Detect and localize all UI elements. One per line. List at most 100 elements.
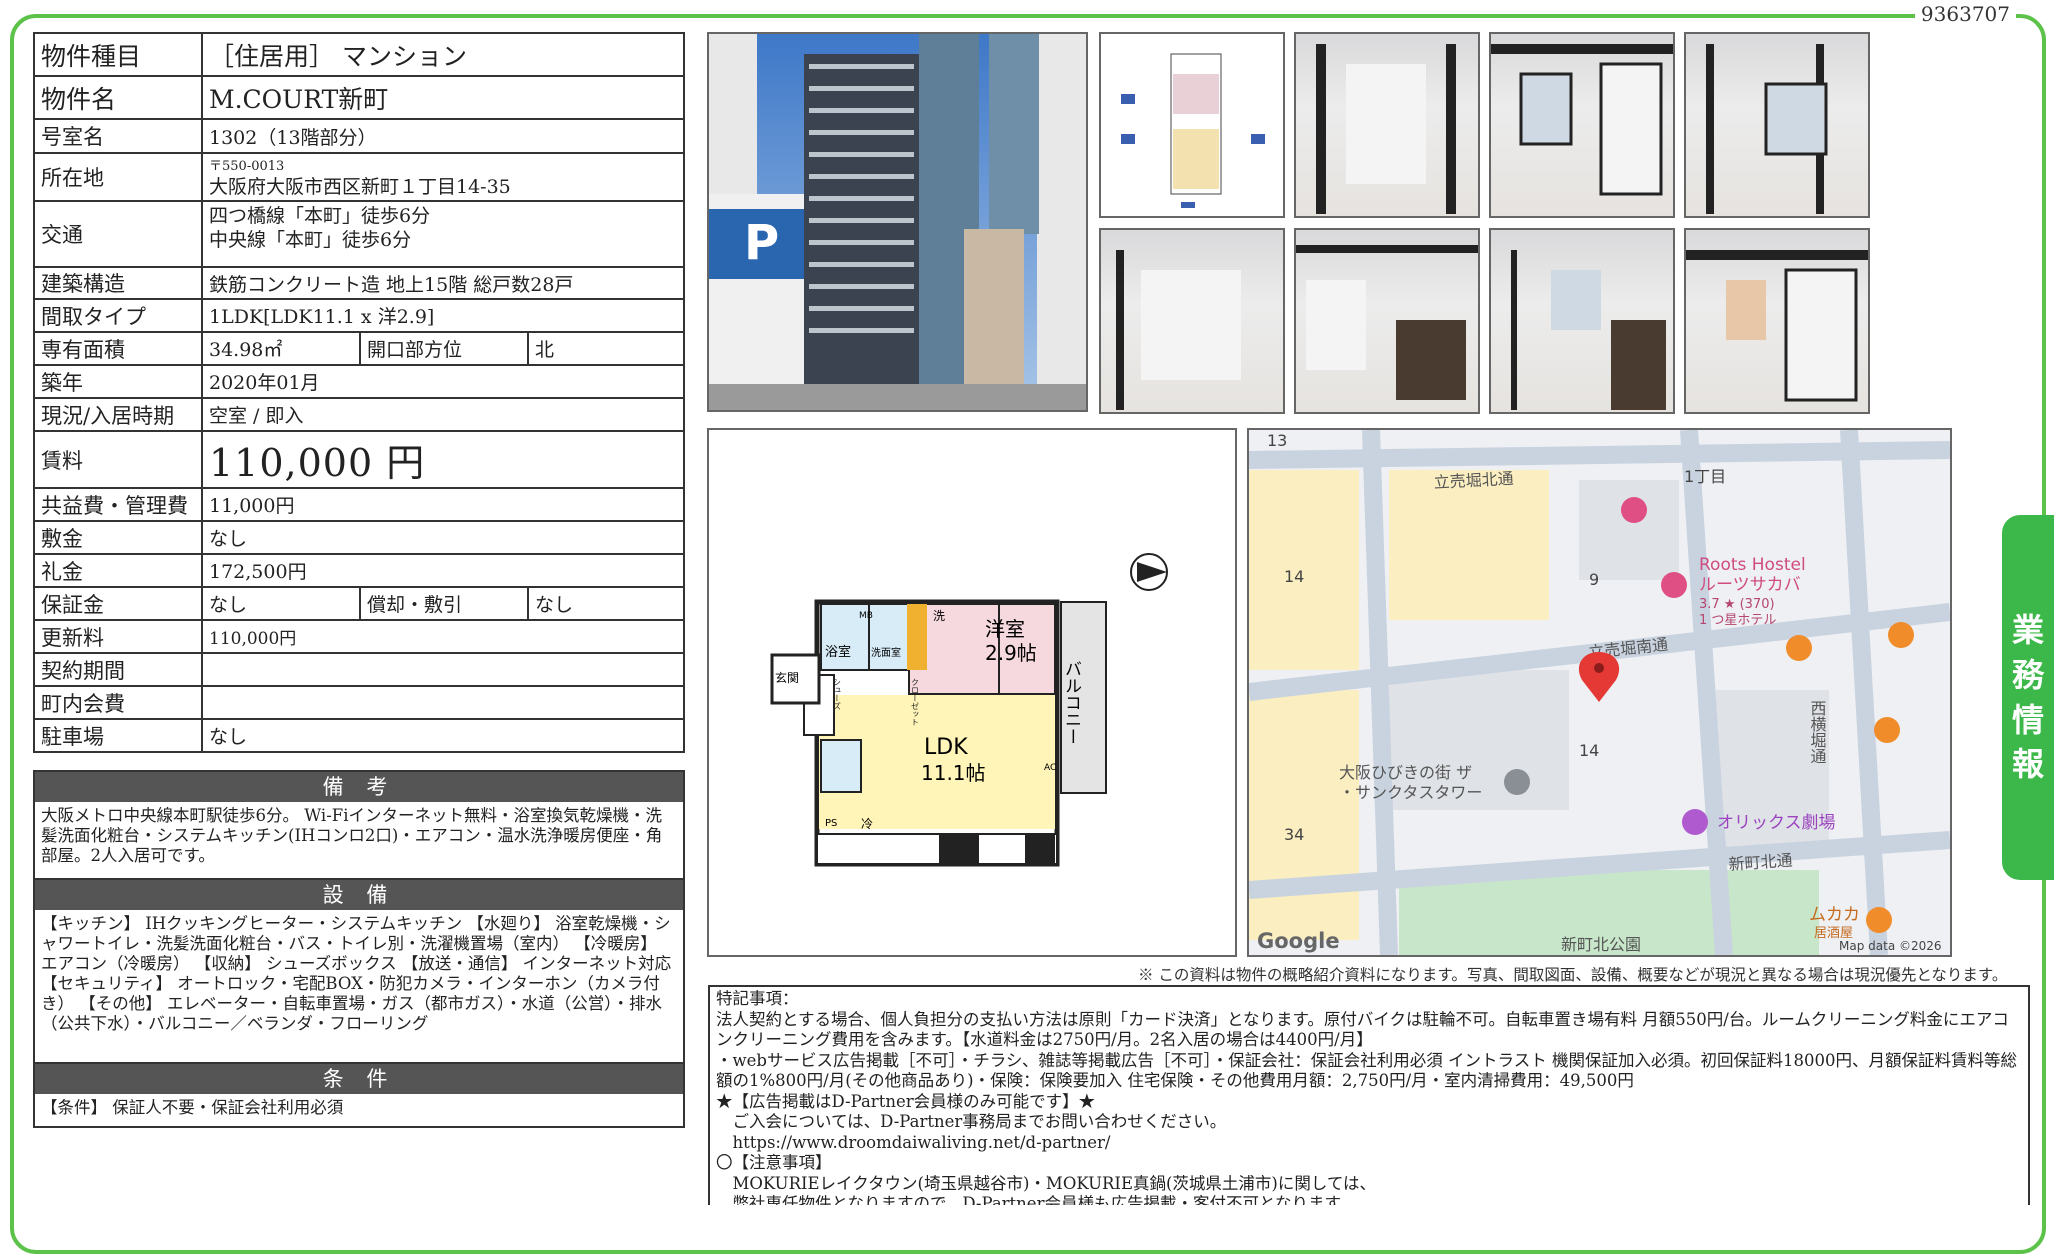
table-row: 建築構造 鉄筋コンクリート造 地上15階 総戸数28戸 [33, 266, 685, 300]
layout-label: 間取タイプ [33, 298, 203, 333]
floorplan-thumb-illustration [1121, 53, 1265, 208]
notes-link[interactable]: https://www.droomdaiwaliving.net/d-partn… [716, 1133, 2022, 1154]
poi-hostel-type: 1 つ星ホテル [1699, 613, 1776, 628]
room-photo[interactable] [1294, 228, 1480, 414]
room-photo-illustration [1686, 250, 1868, 402]
building-illustration: P [709, 34, 1086, 410]
property-type-label: 物件種目 [33, 32, 203, 77]
map-block-label: 34 [1284, 825, 1304, 844]
key-money-label: 礼金 [33, 553, 203, 588]
table-row: 専有面積 34.98㎡ 開口部方位 北 [33, 331, 685, 366]
notes-line: 弊社専任物件となりますので、D-Partner会員様も広告掲載・客付不可となりま… [716, 1194, 1356, 1205]
wash-label: 洗 [933, 609, 945, 623]
property-name-label: 物件名 [33, 75, 203, 120]
map-block-label: 13 [1267, 431, 1287, 450]
mb-label: MB [859, 611, 873, 621]
map-block-label: 14 [1284, 567, 1304, 586]
disclaimer: ※ この資料は物件の概略紹介資料になります。写真、間取図面、設備、概要などが現況… [1138, 966, 2008, 984]
shoes-label: シューズ [833, 678, 842, 710]
renewal-label: 更新料 [33, 619, 203, 654]
association-fee-value [201, 685, 685, 720]
guarantee-value: なし [201, 586, 361, 621]
structure-label: 建築構造 [33, 266, 203, 300]
term-label: 契約期間 [33, 652, 203, 687]
renewal-value: 110,000円 [201, 619, 685, 654]
western-room-size: 2.9帖 [985, 641, 1037, 665]
property-info-table: 物件種目 ［住居用］ マンション 物件名 M.COURT新町 号室名 1302（… [33, 32, 685, 753]
remarks-body: 大阪メトロ中央線本町駅徒歩6分。 Wi-Fiインターネット無料・浴室換気乾燥機・… [41, 806, 663, 865]
area-value: 34.98㎡ [201, 331, 361, 366]
room-photo-illustration [1116, 250, 1241, 410]
table-row: 賃料 110,000 円 [33, 430, 685, 489]
document-id: 9363707 [1914, 2, 2016, 26]
room-photo[interactable] [1099, 228, 1285, 414]
building-photo[interactable]: P [707, 32, 1088, 412]
business-info-tab[interactable]: 業 務 情 報 [2002, 515, 2054, 880]
parking-value: なし [201, 718, 685, 753]
washroom-label: 洗面室 [871, 646, 901, 659]
conditions-body: 【条件】 保証人不要・保証会社利用必須 [41, 1098, 344, 1117]
room-label: 号室名 [33, 118, 203, 154]
floorplan[interactable]: 洋室 2.9帖 LDK 11.1帖 浴室 洗面室 玄関 MB 洗 PS 冷 AC… [707, 428, 1237, 957]
room-photo-illustration [1511, 250, 1666, 410]
fee-value: 11,000円 [201, 487, 685, 522]
street-label: 西横堀通 [1808, 700, 1827, 764]
room-photo-illustration [1491, 44, 1673, 196]
room-photo[interactable] [1489, 228, 1675, 414]
floorplan-drawing: 洋室 2.9帖 LDK 11.1帖 浴室 洗面室 玄関 MB 洗 PS 冷 AC… [770, 553, 1168, 867]
room-photo-illustration [1316, 44, 1456, 214]
notes-line: ご入会については、D-Partner事務局までお問い合わせください。 [716, 1112, 1227, 1131]
svg-text:P: P [744, 215, 779, 271]
address-zip: 〒550-0013 [209, 159, 285, 174]
status-value: 空室 / 即入 [201, 397, 685, 432]
room-photo[interactable] [1684, 228, 1870, 414]
notes-line: MOKURIEレイクタウン(埼玉県越谷市)・MOKURIE真鍋(茨城県土浦市)に… [716, 1173, 1377, 1193]
area-label: 専有面積 [33, 331, 203, 366]
table-row: 間取タイプ 1LDK[LDK11.1 x 洋2.9] [33, 298, 685, 333]
poi-theater-name: オリックス劇場 [1717, 813, 1836, 833]
room-photo[interactable] [1294, 32, 1480, 218]
room-photo[interactable] [1684, 32, 1870, 218]
side-tab-char: 業 [2011, 610, 2044, 649]
association-fee-label: 町内会費 [33, 685, 203, 720]
rent-label: 賃料 [33, 430, 203, 489]
rent-value: 110,000 円 [201, 430, 685, 489]
amortization-label: 償却・敷引 [359, 586, 529, 621]
structure-value: 鉄筋コンクリート造 地上15階 総戸数28戸 [201, 266, 685, 300]
status-label: 現況/入居時期 [33, 397, 203, 432]
table-row: 物件名 M.COURT新町 [33, 75, 685, 120]
table-row: 敷金 なし [33, 520, 685, 555]
area-map[interactable]: 13 1丁目 14 9 14 34 立売堀北通 立売堀南通 新町北通 西横堀通 … [1247, 428, 1952, 957]
side-tab-char: 報 [2011, 745, 2044, 784]
notes-line: 〇【注意事項】 [716, 1153, 832, 1172]
term-value [201, 652, 685, 687]
remarks-section: 備 考 大阪メトロ中央線本町駅徒歩6分。 Wi-Fiインターネット無料・浴室換気… [33, 770, 685, 880]
floorplan-thumbnail[interactable] [1099, 32, 1285, 218]
table-row: 物件種目 ［住居用］ マンション [33, 32, 685, 77]
bath-label: 浴室 [825, 644, 851, 660]
room-photo[interactable] [1489, 32, 1675, 218]
special-notes: 特記事項： 法人契約とする場合、個人負担分の支払い方法は原則「カード決済」となり… [708, 985, 2030, 1205]
guarantee-label: 保証金 [33, 586, 203, 621]
ps-label: PS [825, 818, 837, 829]
remarks-title: 備 考 [35, 772, 683, 802]
landmark-marker-icon [1504, 769, 1530, 795]
ldk-label: LDK [924, 735, 968, 760]
table-row: 現況/入居時期 空室 / 即入 [33, 397, 685, 432]
map-data-credit: Map data ©2026 [1839, 939, 1942, 953]
equipment-title: 設 備 [35, 880, 683, 910]
theater-marker-icon [1682, 809, 1708, 835]
direction-label: 開口部方位 [359, 331, 529, 366]
poi-hostel-name-jp: ルーツサカバ [1699, 575, 1801, 595]
table-row: 号室名 1302（13階部分） [33, 118, 685, 154]
map-block-label: 9 [1589, 570, 1599, 589]
map-area-label: 1丁目 [1684, 467, 1726, 486]
property-type-value: ［住居用］ マンション [201, 32, 685, 77]
direction-value: 北 [527, 331, 685, 366]
address-value: 大阪府大阪市西区新町１丁目14-35 [209, 176, 511, 198]
equipment-body: 【キッチン】 IHクッキングヒーター・システムキッチン 【水廻り】 浴室乾燥機・… [41, 914, 672, 1033]
room-photo-illustration [1296, 245, 1478, 400]
notes-title: 特記事項： [716, 989, 799, 1008]
equipment-section: 設 備 【キッチン】 IHクッキングヒーター・システムキッチン 【水廻り】 浴室… [33, 878, 685, 1064]
side-tab-char: 務 [2011, 655, 2044, 694]
